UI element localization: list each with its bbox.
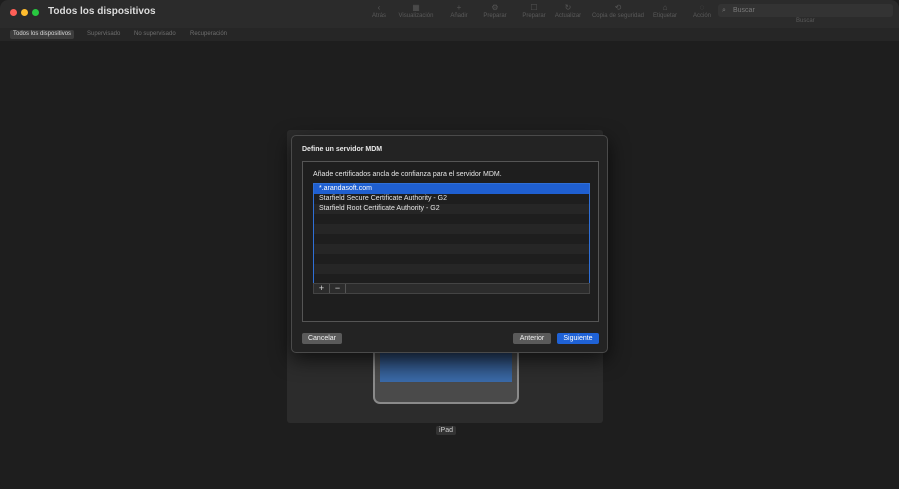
search-placeholder: Buscar [733,7,755,14]
title-bar: Todos los dispositivos ‹ Atrás ▦ Visuali… [0,0,899,28]
toolbar-backup-label: Copia de seguridad [591,13,645,19]
empty-row [314,254,589,264]
add-icon: + [456,3,462,12]
toolbar-tag-button[interactable]: ⌂ Etiquetar [651,3,679,19]
toolbar-back-button[interactable]: ‹ Atrás [370,3,388,19]
minimize-window-button[interactable] [21,9,28,16]
remove-certificate-button[interactable]: − [330,284,346,293]
list-controls: + − [313,283,590,294]
toolbar-prepare-label: Preparar [483,13,507,19]
certificate-row[interactable]: Starfield Secure Certificate Authority -… [314,194,589,204]
empty-row [314,214,589,224]
empty-row [314,244,589,254]
toolbar-view-button[interactable]: ▦ Visualización [396,3,436,19]
toolbar-prepare-button[interactable]: ⚙ Preparar [480,3,510,19]
empty-row [314,234,589,244]
cancel-button[interactable]: Cancelar [302,333,342,344]
window-title: Todos los dispositivos [48,6,156,17]
toolbar-add-label: Añadir [450,13,468,19]
tab-unsupervised[interactable]: No supervisado [131,30,179,39]
backup-icon: ⟲ [614,3,622,12]
prepare-2-icon: ☐ [530,3,538,12]
back-button[interactable]: Anterior [513,333,551,344]
app-window: Todos los dispositivos ‹ Atrás ▦ Visuali… [0,0,899,489]
certificate-row[interactable]: *.arandasoft.com [314,184,589,194]
toolbar-back-label: Atrás [371,13,386,19]
empty-row [314,224,589,234]
view-icon: ▦ [412,3,420,12]
certificate-row[interactable]: Starfield Root Certificate Authority - G… [314,204,589,214]
search-input[interactable]: ⌕ Buscar [718,4,893,17]
toolbar-prepare-2-button[interactable]: ☐ Preparar [520,3,548,19]
toolbar-add-button[interactable]: + Añadir [449,3,469,19]
toolbar-update-label: Actualizar [554,13,582,19]
dialog-title: Define un servidor MDM [302,146,383,153]
toolbar-action-button[interactable]: ◌ Acción [692,3,712,19]
tag-icon: ⌂ [662,3,668,12]
action-icon: ◌ [699,3,705,12]
toolbar-backup-button[interactable]: ⟲ Copia de seguridad [589,3,647,19]
close-window-button[interactable] [10,9,17,16]
tab-recovery[interactable]: Recuperación [187,30,230,39]
tab-supervised[interactable]: Supervisado [84,30,123,39]
mdm-server-dialog: Define un servidor MDM Añade certificado… [291,135,608,353]
add-certificate-button[interactable]: + [314,284,330,293]
toolbar-action-label: Acción [692,13,711,19]
dialog-panel: Añade certificados ancla de confianza pa… [302,161,599,322]
toolbar-update-button[interactable]: ↻ Actualizar [553,3,583,19]
toolbar-prepare-2-label: Preparar [522,13,546,19]
toolbar-tag-label: Etiquetar [652,13,677,19]
certificate-list[interactable]: *.arandasoft.com Starfield Secure Certif… [313,183,590,284]
device-label[interactable]: iPad [436,426,457,435]
prepare-icon: ⚙ [491,3,499,12]
dialog-instruction: Añade certificados ancla de confianza pa… [313,171,502,178]
filter-tabs: Todos los dispositivos Supervisado No su… [0,28,899,41]
empty-row [314,264,589,274]
chevron-left-icon: ‹ [377,3,381,12]
next-button[interactable]: Siguiente [557,333,599,344]
tab-all-devices[interactable]: Todos los dispositivos [10,30,75,39]
toolbar-view-label: Visualización [398,13,434,19]
search-icon: ⌕ [722,7,726,14]
update-icon: ↻ [564,3,572,12]
search-caption: Buscar [796,18,815,24]
zoom-window-button[interactable] [32,9,39,16]
